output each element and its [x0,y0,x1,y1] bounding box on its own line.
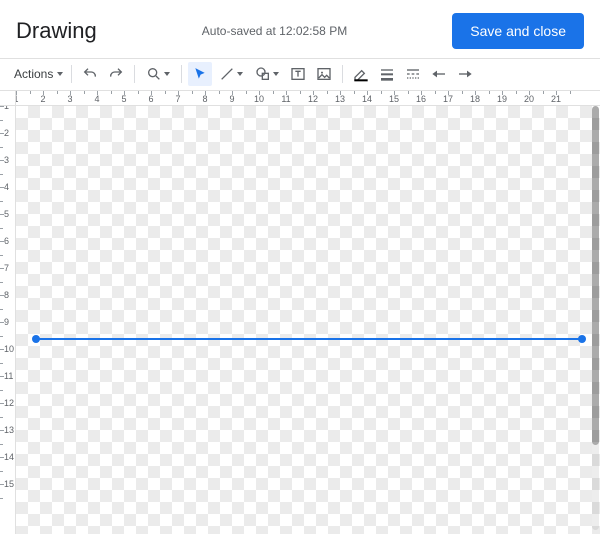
cursor-icon [193,67,207,81]
ruler-tick: 15 [0,484,15,511]
line-weight-button[interactable] [375,62,399,86]
ruler-tick: 2 [43,91,70,105]
drawing-canvas[interactable] [16,106,600,534]
ruler-tick: 21 [556,91,583,105]
actions-menu-label: Actions [14,67,53,81]
chevron-down-icon [57,72,63,76]
ruler-tick: 3 [70,91,97,105]
line-icon [219,66,235,82]
ruler-tick: 8 [205,91,232,105]
chevron-down-icon [273,72,279,76]
select-tool-button[interactable] [188,62,212,86]
ruler-tick: 7 [178,91,205,105]
line-start-button[interactable] [427,62,451,86]
line-color-icon [353,66,369,82]
vertical-scrollbar[interactable] [592,106,599,530]
save-and-close-button[interactable]: Save and close [452,13,584,49]
text-box-tool-button[interactable] [286,62,310,86]
redo-icon [108,66,124,82]
line-dash-button[interactable] [401,62,425,86]
line-weight-icon [379,66,395,82]
ruler-horizontal: 123456789101112131415161718192021 [16,90,600,106]
separator [134,65,135,83]
scrollbar-thumb[interactable] [592,106,599,445]
redo-button[interactable] [104,62,128,86]
chevron-down-icon [164,72,170,76]
ruler-tick: 5 [124,91,151,105]
separator [71,65,72,83]
actions-menu-button[interactable]: Actions [10,65,65,83]
separator [181,65,182,83]
line-end-button[interactable] [453,62,477,86]
line-shape[interactable] [36,338,582,340]
toolbar: Actions [0,59,600,89]
ruler-tick: 4 [97,91,124,105]
line-handle-start[interactable] [32,335,40,343]
line-start-icon [431,66,447,82]
line-dash-icon [405,66,421,82]
image-icon [316,66,332,82]
line-handle-end[interactable] [578,335,586,343]
shape-icon [255,66,271,82]
line-color-button[interactable] [349,62,373,86]
separator [342,65,343,83]
ruler-tick: 6 [151,91,178,105]
text-box-icon [290,66,306,82]
line-tool-button[interactable] [214,62,248,86]
shape-tool-button[interactable] [250,62,284,86]
zoom-button[interactable] [141,62,175,86]
ruler-vertical: 123456789101112131415 [0,106,16,534]
chevron-down-icon [237,72,243,76]
dialog-header: Drawing Auto-saved at 12:02:58 PM Save a… [0,0,600,58]
ruler-tick: 1 [16,91,43,105]
undo-button[interactable] [78,62,102,86]
image-tool-button[interactable] [312,62,336,86]
ruler-corner [0,90,16,106]
zoom-icon [146,66,162,82]
line-end-icon [457,66,473,82]
dialog-title: Drawing [16,18,97,44]
undo-icon [82,66,98,82]
autosave-status: Auto-saved at 12:02:58 PM [97,24,453,38]
